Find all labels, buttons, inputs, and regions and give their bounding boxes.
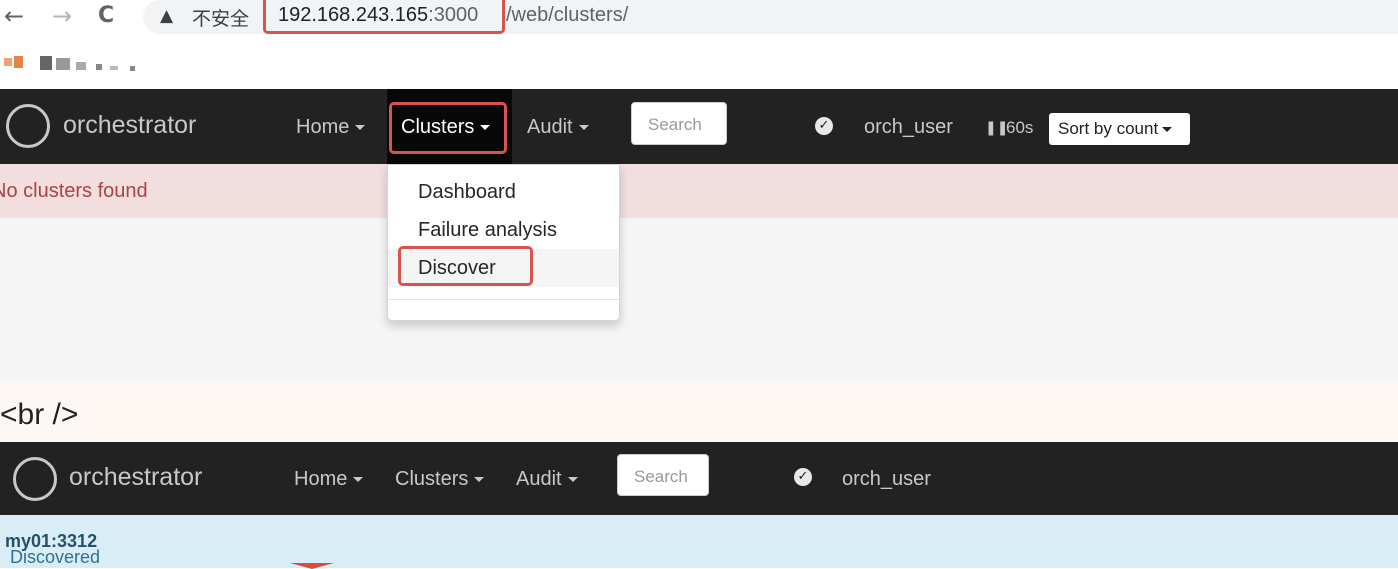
forward-icon[interactable]: →: [52, 2, 72, 30]
blurred-bookmark[interactable]: [4, 56, 144, 74]
chevron-down-icon: [353, 477, 364, 483]
chevron-down-icon: [474, 477, 485, 483]
clusters-highlight-box: [389, 102, 507, 154]
content-area: [0, 218, 1398, 380]
nav-clusters-label-bottom: Clusters: [395, 468, 469, 490]
nav-audit-label: Audit: [527, 116, 573, 138]
nav-home[interactable]: Home: [296, 116, 366, 139]
search-input[interactable]: Search: [631, 102, 727, 145]
clusters-dropdown-menu: Dashboard Failure analysis Discover: [387, 164, 620, 321]
nav-home-label: Home: [296, 116, 350, 138]
discovered-text: Discovered my01:3312: [5, 531, 100, 567]
nav-audit-label-bottom: Audit: [516, 468, 562, 490]
search-input-bottom[interactable]: Search: [617, 454, 709, 496]
insecure-label[interactable]: 不安全: [192, 4, 249, 31]
discovered-alert: Discovered my01:3312: [0, 515, 1398, 568]
pause-icon[interactable]: ❚❚: [985, 120, 1008, 136]
sort-by-count-button[interactable]: Sort by count: [1049, 113, 1190, 145]
chevron-down-icon: [578, 125, 589, 131]
menu-item-dashboard[interactable]: Dashboard: [388, 173, 619, 211]
chevron-down-icon: [355, 125, 366, 131]
url-path: /web/clusters/: [506, 4, 629, 26]
nav-audit-bottom[interactable]: Audit: [516, 468, 578, 491]
back-icon[interactable]: ←: [4, 2, 24, 30]
nav-audit[interactable]: Audit: [527, 116, 589, 139]
menu-item-failure-analysis[interactable]: Failure analysis: [388, 211, 619, 249]
check-circle-icon: ✓: [815, 117, 833, 135]
warning-icon[interactable]: ▲: [160, 6, 173, 26]
user-name[interactable]: orch_user: [864, 116, 953, 139]
chevron-down-icon: [1162, 127, 1173, 133]
orchestrator-logo-icon[interactable]: [6, 104, 50, 148]
user-name-bottom[interactable]: orch_user: [842, 468, 931, 491]
menu-divider: [388, 299, 619, 300]
brand-name-bottom[interactable]: orchestrator: [69, 463, 202, 492]
br-banner: <br />: [0, 380, 1398, 442]
brand-name[interactable]: orchestrator: [63, 111, 196, 140]
refresh-interval[interactable]: 60s: [1006, 118, 1033, 138]
no-clusters-text: No clusters found: [0, 180, 148, 202]
discovered-prefix: Discovered: [10, 547, 101, 567]
nav-clusters-bottom[interactable]: Clusters: [395, 468, 485, 491]
br-text: <br />: [0, 398, 79, 431]
nav-home-bottom[interactable]: Home: [294, 468, 364, 491]
chevron-down-icon: [567, 477, 578, 483]
discover-highlight-box: [398, 246, 533, 286]
sort-button-label: Sort by count: [1058, 119, 1159, 138]
url-highlight-box: [263, 0, 505, 34]
reload-icon[interactable]: C: [98, 2, 114, 30]
no-clusters-alert: No clusters found: [0, 164, 1398, 219]
orchestrator-logo-icon[interactable]: [13, 457, 57, 501]
check-circle-icon: ✓: [794, 468, 812, 486]
red-annotation-marker: [290, 563, 334, 569]
nav-home-label-bottom: Home: [294, 468, 348, 490]
